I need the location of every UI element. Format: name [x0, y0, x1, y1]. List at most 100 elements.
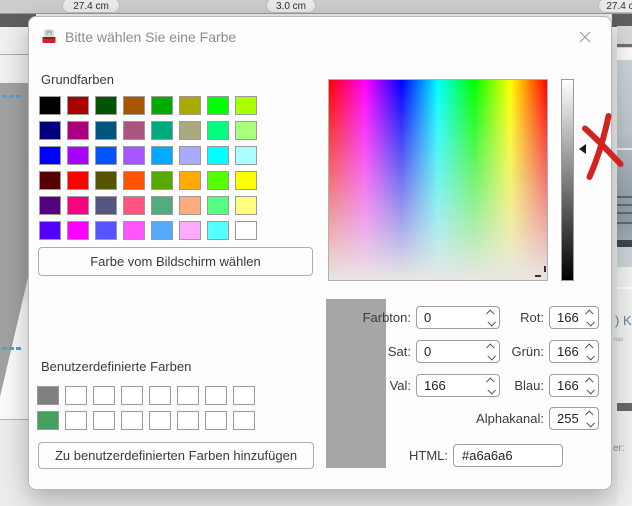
luminance-slider-handle-icon[interactable] [579, 144, 586, 154]
basic-color-swatch[interactable] [179, 146, 201, 165]
basic-color-swatch[interactable] [151, 96, 173, 115]
blue-increment-icon[interactable] [585, 377, 593, 385]
red-decrement-icon[interactable] [586, 318, 594, 326]
add-custom-color-button[interactable]: Zu benutzerdefinierten Farben hinzufügen [38, 442, 314, 469]
basic-color-swatch[interactable] [235, 171, 257, 190]
basic-color-swatch[interactable] [235, 196, 257, 215]
ship-photo-fragment [617, 60, 632, 267]
blue-decrement-icon[interactable] [586, 386, 594, 394]
alpha-increment-icon[interactable] [585, 410, 593, 418]
basic-color-swatch[interactable] [39, 196, 61, 215]
basic-color-swatch[interactable] [123, 96, 145, 115]
basic-color-swatch[interactable] [235, 221, 257, 240]
basic-color-swatch[interactable] [123, 121, 145, 140]
basic-color-swatch[interactable] [151, 171, 173, 190]
basic-color-swatch[interactable] [235, 146, 257, 165]
basic-color-swatch[interactable] [67, 121, 89, 140]
screen: 27.4 cm 3.0 cm 27.4 c ) K nac er: [0, 0, 632, 506]
custom-color-swatch[interactable] [37, 411, 59, 430]
alpha-decrement-icon[interactable] [586, 419, 594, 427]
basic-color-swatch[interactable] [123, 196, 145, 215]
basic-color-swatch[interactable] [207, 171, 229, 190]
green-value[interactable]: 166 [557, 341, 579, 362]
basic-color-swatch[interactable] [39, 221, 61, 240]
custom-color-swatch[interactable] [65, 411, 87, 430]
basic-color-swatch[interactable] [207, 196, 229, 215]
color-dialog: Bitte wählen Sie eine Farbe Grundfarben … [28, 16, 612, 490]
green-spinbox[interactable]: 166 [549, 340, 599, 363]
basic-color-swatch[interactable] [123, 146, 145, 165]
dialog-titlebar[interactable]: Bitte wählen Sie eine Farbe [29, 17, 611, 57]
custom-color-swatch[interactable] [121, 411, 143, 430]
green-decrement-icon[interactable] [586, 352, 594, 360]
red-spinbox[interactable]: 166 [549, 306, 599, 329]
green-label: Grün: [429, 340, 544, 363]
guide-marker [2, 347, 21, 350]
basic-color-swatch[interactable] [179, 121, 201, 140]
blue-spinbox[interactable]: 166 [549, 374, 599, 397]
basic-color-swatch[interactable] [123, 171, 145, 190]
custom-color-swatch[interactable] [37, 386, 59, 405]
custom-color-swatch[interactable] [93, 386, 115, 405]
red-increment-icon[interactable] [585, 309, 593, 317]
custom-color-swatch[interactable] [205, 386, 227, 405]
basic-color-swatch[interactable] [67, 96, 89, 115]
close-icon[interactable] [577, 29, 593, 45]
alpha-value[interactable]: 255 [557, 408, 579, 429]
basic-color-swatch[interactable] [207, 221, 229, 240]
custom-color-swatch[interactable] [233, 386, 255, 405]
basic-color-swatch[interactable] [179, 196, 201, 215]
green-increment-icon[interactable] [585, 343, 593, 351]
custom-color-swatch[interactable] [205, 411, 227, 430]
basic-color-swatch[interactable] [207, 96, 229, 115]
basic-color-swatch[interactable] [179, 221, 201, 240]
basic-color-swatch[interactable] [235, 96, 257, 115]
basic-color-swatch[interactable] [207, 146, 229, 165]
basic-color-swatch[interactable] [67, 146, 89, 165]
custom-color-swatch[interactable] [149, 411, 171, 430]
custom-color-swatch[interactable] [65, 386, 87, 405]
basic-color-swatch[interactable] [39, 121, 61, 140]
blue-value[interactable]: 166 [557, 375, 579, 396]
basic-color-swatch[interactable] [95, 171, 117, 190]
basic-color-swatch[interactable] [207, 121, 229, 140]
basic-color-swatch[interactable] [39, 96, 61, 115]
custom-color-swatch[interactable] [177, 386, 199, 405]
background-panel [617, 267, 632, 506]
basic-color-swatch[interactable] [151, 196, 173, 215]
basic-color-swatch[interactable] [67, 221, 89, 240]
custom-color-swatch[interactable] [149, 386, 171, 405]
pick-screen-color-button[interactable]: Farbe vom Bildschirm wählen [38, 247, 313, 276]
basic-color-swatch[interactable] [67, 171, 89, 190]
basic-color-swatch[interactable] [39, 171, 61, 190]
basic-color-swatch[interactable] [151, 221, 173, 240]
luminance-slider[interactable] [561, 79, 574, 281]
basic-color-swatch[interactable] [67, 196, 89, 215]
custom-colors-label: Benutzerdefinierte Farben [41, 359, 191, 374]
basic-color-swatch[interactable] [235, 121, 257, 140]
basic-color-swatch[interactable] [151, 146, 173, 165]
ruler-measure-label: 27.4 c [598, 0, 632, 13]
custom-color-swatch[interactable] [121, 386, 143, 405]
basic-color-swatch[interactable] [95, 196, 117, 215]
basic-color-swatch[interactable] [39, 146, 61, 165]
basic-color-swatch[interactable] [123, 221, 145, 240]
basic-color-swatch[interactable] [179, 171, 201, 190]
background-panel-divider [617, 287, 632, 289]
val-label: Val: [329, 374, 411, 397]
alpha-spinbox[interactable]: 255 [549, 407, 599, 430]
custom-color-swatch[interactable] [93, 411, 115, 430]
basic-color-swatch[interactable] [179, 96, 201, 115]
red-value[interactable]: 166 [557, 307, 579, 328]
basic-color-swatch[interactable] [95, 121, 117, 140]
app-icon [41, 28, 57, 44]
basic-color-swatch[interactable] [95, 96, 117, 115]
hue-saturation-picker[interactable] [328, 79, 548, 281]
guide-marker [2, 95, 21, 98]
basic-color-swatch[interactable] [95, 221, 117, 240]
basic-color-swatch[interactable] [95, 146, 117, 165]
custom-color-swatch[interactable] [177, 411, 199, 430]
html-input[interactable]: #a6a6a6 [453, 444, 563, 467]
basic-color-swatch[interactable] [151, 121, 173, 140]
custom-color-swatch[interactable] [233, 411, 255, 430]
